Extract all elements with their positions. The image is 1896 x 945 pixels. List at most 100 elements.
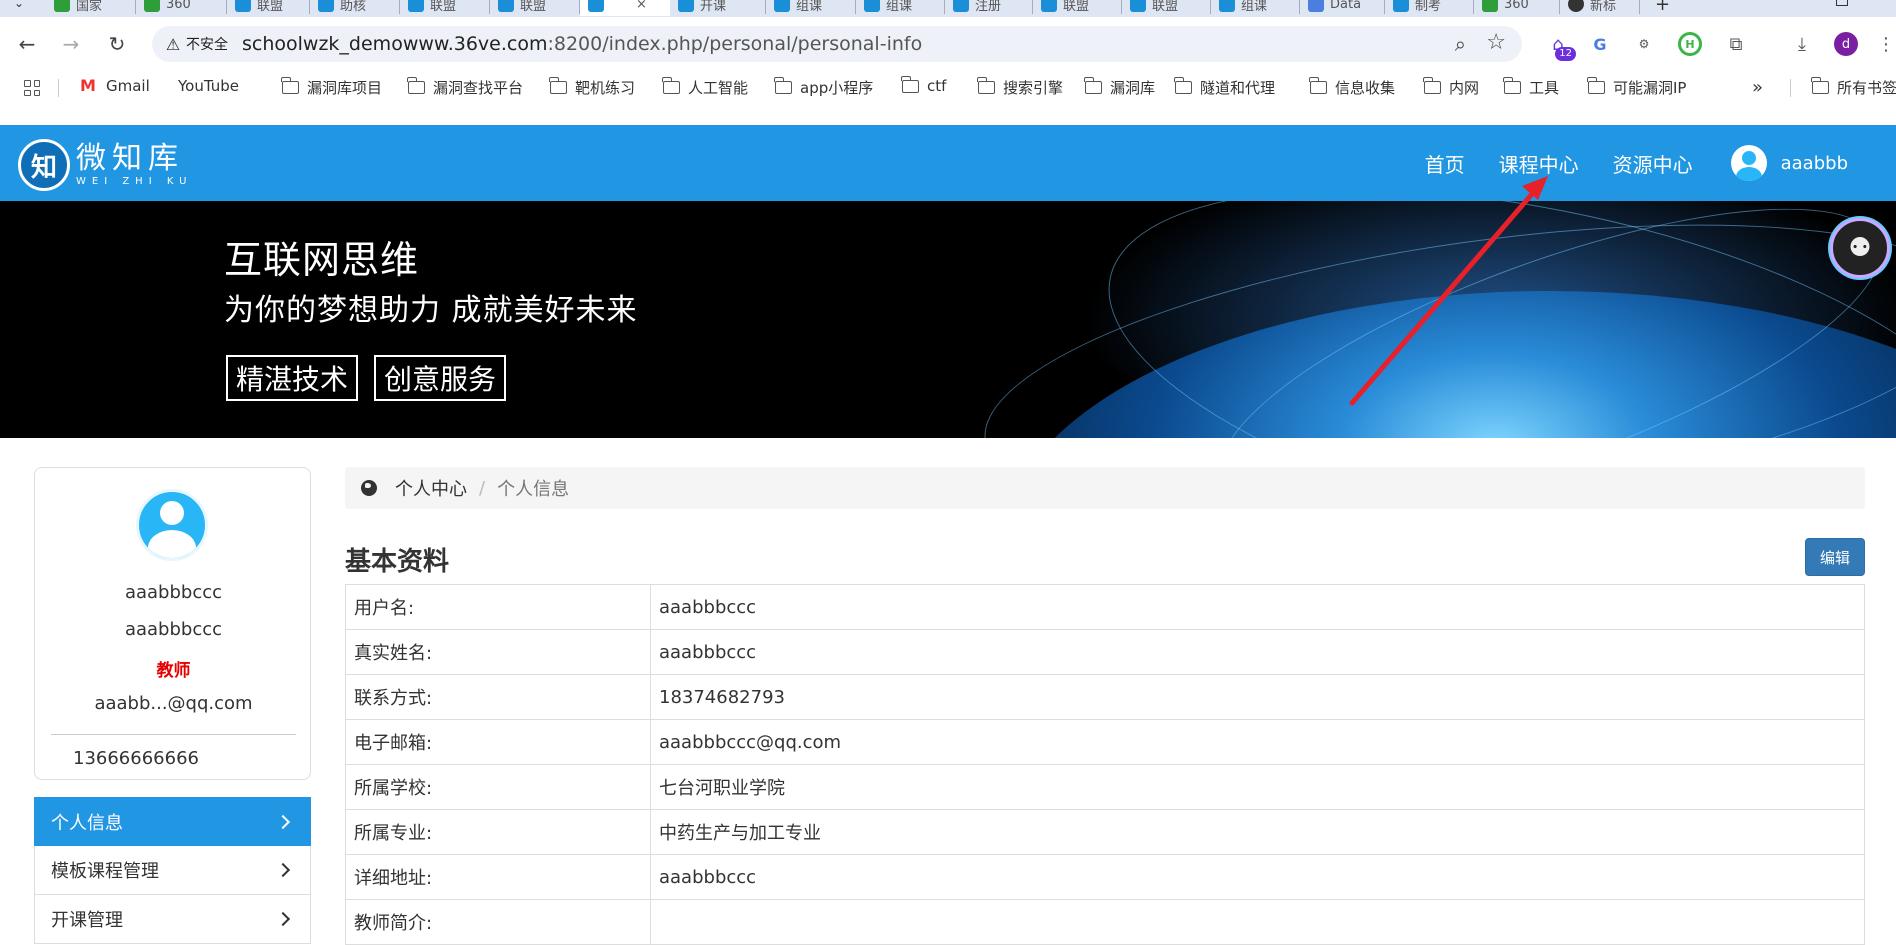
side-menu-course-management[interactable]: 开课管理 <box>34 895 311 944</box>
address-bar[interactable]: ⚠ 不安全 schoolwzk_demowww.36ve.com:8200/in… <box>152 26 1522 62</box>
nav-resource-center[interactable]: 资源中心 <box>1613 149 1693 178</box>
tab-title: 组课 <box>796 0 823 14</box>
profile-email: aaabb...@qq.com <box>94 693 253 714</box>
new-tab-button[interactable]: + <box>1655 0 1670 15</box>
side-menu-template-courses[interactable]: 模板课程管理 <box>34 846 311 895</box>
site-logo[interactable]: 知 微知库 WEI ZHI KU <box>18 139 192 191</box>
forward-arrow-icon[interactable]: → <box>58 31 84 57</box>
folder-icon <box>549 77 567 94</box>
breadcrumb-home[interactable]: 个人中心 <box>395 475 467 501</box>
browser-tab[interactable]: 注册 <box>945 0 1033 16</box>
nav-home[interactable]: 首页 <box>1425 149 1465 178</box>
logo-text-cn: 微知库 <box>76 141 184 176</box>
browser-tab[interactable]: 联盟 <box>1033 0 1122 16</box>
url-text[interactable]: schoolwzk_demowww.36ve.com:8200/index.ph… <box>242 33 922 55</box>
zoom-icon[interactable]: ⌕ <box>1455 32 1466 56</box>
download-icon[interactable]: ⤓ <box>1790 32 1814 56</box>
info-label: 所属学校: <box>345 764 651 810</box>
reload-icon[interactable]: ↻ <box>104 31 130 57</box>
site-header: 知 微知库 WEI ZHI KU 首页 课程中心 资源中心 aaabbb <box>0 125 1896 201</box>
bookmark-item[interactable]: 工具 <box>1503 77 1559 98</box>
security-label[interactable]: 不安全 <box>186 34 228 54</box>
bookmark-item[interactable]: 信息收集 <box>1309 77 1395 98</box>
breadcrumb-separator: / <box>479 477 486 499</box>
tab-title: 新标 <box>1590 0 1617 14</box>
logo-text-en: WEI ZHI KU <box>76 176 193 187</box>
bookmark-item[interactable]: YouTube <box>170 77 239 95</box>
browser-tab[interactable]: 制考 <box>1385 0 1474 16</box>
bookmark-item[interactable]: 隧道和代理 <box>1174 77 1275 98</box>
browser-tab[interactable]: 开课 <box>670 0 766 16</box>
browser-tab[interactable]: 助核 <box>310 0 400 16</box>
browser-tab[interactable]: 联盟 <box>400 0 490 16</box>
chrome-icon <box>54 0 70 12</box>
tab-search-dropdown-icon[interactable]: ⌄ <box>14 0 24 10</box>
tab-title: 组课 <box>1241 0 1268 14</box>
info-row: 电子邮箱: aaabbbccc@qq.com <box>345 719 1865 765</box>
browser-tab[interactable]: 组课 <box>766 0 856 16</box>
bookmark-item[interactable]: 漏洞库项目 <box>281 77 382 98</box>
floating-assistant-icon[interactable]: ⚉ <box>1830 218 1890 278</box>
info-table: 用户名: aaabbbccc 真实姓名: aaabbbccc 联系方式: 18374682… <box>345 584 1865 945</box>
edit-button[interactable]: 编辑 <box>1805 538 1865 576</box>
close-tab-icon[interactable]: × <box>636 0 647 12</box>
warning-icon[interactable]: ⚠ <box>164 35 182 54</box>
nav-course-center[interactable]: 课程中心 <box>1499 149 1579 178</box>
extension-home-icon[interactable]: ⌂ 12 <box>1546 32 1576 61</box>
folder-icon <box>901 75 919 93</box>
wzk-icon <box>774 0 790 12</box>
folder-icon <box>1503 77 1521 94</box>
profile-realname: aaabbbccc <box>124 619 223 640</box>
bookmark-label: YouTube <box>178 77 239 95</box>
user-menu[interactable]: aaabbb <box>1730 145 1848 181</box>
bookmark-item[interactable]: 漏洞库 <box>1084 77 1156 98</box>
bookmark-item[interactable]: 人工智能 <box>662 77 748 98</box>
info-label: 所属专业: <box>345 809 651 855</box>
bookmark-item[interactable]: 搜索引擎 <box>977 77 1063 98</box>
bookmark-label: Gmail <box>106 77 150 95</box>
doc-icon <box>1308 0 1324 12</box>
bookmark-item[interactable]: app小程序 <box>774 77 873 98</box>
browser-tab[interactable]: 联盟 <box>1122 0 1211 16</box>
bookmark-item[interactable]: Gmail <box>80 76 150 96</box>
bookmark-label: ctf <box>927 77 947 95</box>
info-row: 所属专业: 中药生产与加工专业 <box>345 809 1865 855</box>
browser-tab[interactable]: 360 <box>1474 0 1560 16</box>
all-bookmarks-folder[interactable]: 所有书签 <box>1811 77 1896 98</box>
hackbar-icon[interactable]: H <box>1678 32 1702 56</box>
extensions-puzzle-icon[interactable]: ⧉ <box>1724 32 1748 56</box>
profile-avatar[interactable]: d <box>1834 32 1858 56</box>
back-arrow-icon[interactable]: ← <box>14 31 40 57</box>
browser-menu-icon[interactable]: ⋮ <box>1874 32 1896 56</box>
bookmark-item[interactable]: 内网 <box>1423 77 1479 98</box>
banner-tag: 创意服务 <box>374 355 507 401</box>
browser-tab[interactable]: 联盟 <box>490 0 580 16</box>
wzk-icon <box>678 0 694 12</box>
browser-tab[interactable]: 360 <box>136 0 227 16</box>
window-restore-icon[interactable] <box>1836 0 1848 6</box>
browser-tab[interactable]: 组课 <box>1211 0 1300 16</box>
bookmarks-overflow-button[interactable]: » <box>1752 77 1763 98</box>
bookmark-label: 漏洞库 <box>1110 79 1156 97</box>
chevron-right-icon <box>275 814 291 829</box>
browser-tab[interactable]: 新标 <box>1560 0 1640 16</box>
bookmark-item[interactable]: ctf <box>901 75 947 95</box>
bookmark-item[interactable]: 漏洞查找平台 <box>407 77 523 98</box>
bookmark-item[interactable]: 靶机练习 <box>549 77 635 98</box>
wappalyzer-icon[interactable]: ⚙ <box>1632 32 1656 56</box>
side-menu-personal-info[interactable]: 个人信息 <box>34 797 311 846</box>
browser-tab[interactable]: 组课 <box>856 0 945 16</box>
translate-icon[interactable]: G <box>1588 32 1612 56</box>
browser-tab[interactable]: 国家 <box>46 0 136 16</box>
browser-tab[interactable]: Data <box>1300 0 1385 16</box>
bookmark-star-icon[interactable]: ☆ <box>1486 30 1506 55</box>
user-avatar-icon <box>1730 145 1767 181</box>
info-label: 教师简介: <box>345 899 651 945</box>
bookmark-item[interactable]: 可能漏洞IP <box>1587 77 1686 98</box>
wzk-icon <box>588 0 604 12</box>
360-icon <box>144 0 160 12</box>
info-value: 18374682793 <box>650 674 1865 720</box>
apps-grid-icon[interactable] <box>24 80 40 96</box>
browser-tab[interactable]: 联盟 <box>227 0 310 16</box>
browser-tab[interactable]: × <box>580 0 670 16</box>
